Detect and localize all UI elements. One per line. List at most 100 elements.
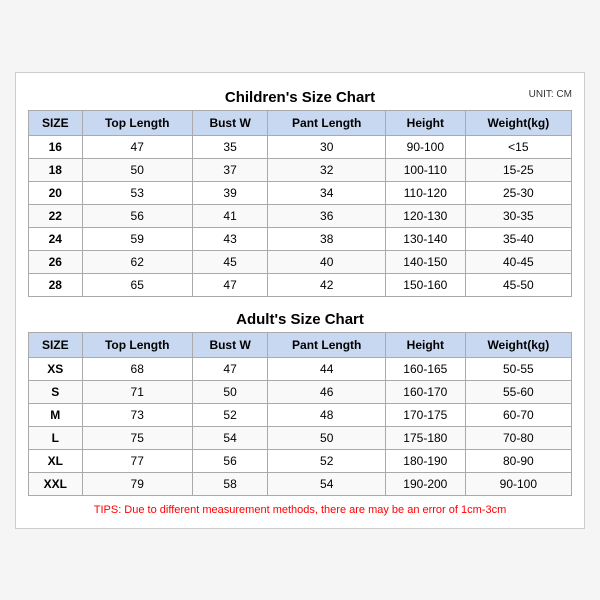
table-cell: 43: [192, 227, 268, 250]
table-cell: 59: [82, 227, 192, 250]
table-cell: 50: [268, 426, 386, 449]
table-row: XL775652180-19080-90: [29, 449, 572, 472]
table-cell: 28: [29, 273, 83, 296]
table-cell: 77: [82, 449, 192, 472]
table-cell: 56: [192, 449, 268, 472]
table-cell: 52: [192, 403, 268, 426]
table-cell: 100-110: [386, 158, 466, 181]
adult-size-table: SIZE Top Length Bust W Pant Length Heigh…: [28, 332, 572, 496]
table-cell: 15-25: [465, 158, 571, 181]
children-size-table: SIZE Top Length Bust W Pant Length Heigh…: [28, 110, 572, 297]
table-cell: 48: [268, 403, 386, 426]
table-cell: 38: [268, 227, 386, 250]
table-cell: 175-180: [386, 426, 466, 449]
table-cell: 47: [82, 135, 192, 158]
table-row: XXL795854190-20090-100: [29, 472, 572, 495]
table-cell: 53: [82, 181, 192, 204]
col-bust-w: Bust W: [192, 110, 268, 135]
col-size: SIZE: [29, 110, 83, 135]
table-cell: 26: [29, 250, 83, 273]
col-height: Height: [386, 110, 466, 135]
table-cell: 140-150: [386, 250, 466, 273]
table-cell: 65: [82, 273, 192, 296]
table-cell: 50: [82, 158, 192, 181]
table-cell: 150-160: [386, 273, 466, 296]
table-cell: 79: [82, 472, 192, 495]
table-cell: 45-50: [465, 273, 571, 296]
table-cell: 160-170: [386, 380, 466, 403]
table-cell: 44: [268, 357, 386, 380]
table-cell: 30-35: [465, 204, 571, 227]
table-cell: 130-140: [386, 227, 466, 250]
table-cell: 30: [268, 135, 386, 158]
adult-col-height: Height: [386, 332, 466, 357]
table-cell: 90-100: [465, 472, 571, 495]
table-cell: 32: [268, 158, 386, 181]
table-cell: 54: [268, 472, 386, 495]
table-row: 22564136120-13030-35: [29, 204, 572, 227]
col-top-length: Top Length: [82, 110, 192, 135]
table-cell: 68: [82, 357, 192, 380]
table-cell: 39: [192, 181, 268, 204]
adult-col-weight: Weight(kg): [465, 332, 571, 357]
table-cell: 73: [82, 403, 192, 426]
table-cell: 160-165: [386, 357, 466, 380]
table-cell: 55-60: [465, 380, 571, 403]
table-cell: 46: [268, 380, 386, 403]
table-cell: 180-190: [386, 449, 466, 472]
table-cell: 75: [82, 426, 192, 449]
table-cell: XXL: [29, 472, 83, 495]
col-weight: Weight(kg): [465, 110, 571, 135]
tips-text: TIPS: Due to different measurement metho…: [28, 504, 572, 516]
table-cell: 40-45: [465, 250, 571, 273]
table-cell: 22: [29, 204, 83, 227]
table-cell: 47: [192, 273, 268, 296]
table-cell: 37: [192, 158, 268, 181]
table-cell: 190-200: [386, 472, 466, 495]
table-row: 28654742150-16045-50: [29, 273, 572, 296]
table-row: M735248170-17560-70: [29, 403, 572, 426]
table-cell: 50: [192, 380, 268, 403]
table-cell: 62: [82, 250, 192, 273]
table-cell: 41: [192, 204, 268, 227]
table-cell: <15: [465, 135, 571, 158]
table-cell: 54: [192, 426, 268, 449]
table-cell: 24: [29, 227, 83, 250]
table-row: 26624540140-15040-45: [29, 250, 572, 273]
table-cell: L: [29, 426, 83, 449]
table-cell: S: [29, 380, 83, 403]
chart-container: Children's Size Chart UNIT: CM SIZE Top …: [15, 72, 585, 529]
table-cell: 42: [268, 273, 386, 296]
children-header-row: SIZE Top Length Bust W Pant Length Heigh…: [29, 110, 572, 135]
table-row: L755450175-18070-80: [29, 426, 572, 449]
table-cell: 25-30: [465, 181, 571, 204]
table-cell: 47: [192, 357, 268, 380]
adult-title-text: Adult's Size Chart: [236, 311, 364, 328]
table-cell: M: [29, 403, 83, 426]
table-cell: 58: [192, 472, 268, 495]
adult-col-top-length: Top Length: [82, 332, 192, 357]
table-cell: 52: [268, 449, 386, 472]
table-cell: 16: [29, 135, 83, 158]
table-cell: 71: [82, 380, 192, 403]
table-cell: 18: [29, 158, 83, 181]
table-row: 20533934110-12025-30: [29, 181, 572, 204]
table-row: S715046160-17055-60: [29, 380, 572, 403]
table-cell: XS: [29, 357, 83, 380]
table-cell: 70-80: [465, 426, 571, 449]
table-cell: 40: [268, 250, 386, 273]
table-cell: 20: [29, 181, 83, 204]
table-row: 1647353090-100<15: [29, 135, 572, 158]
unit-label: UNIT: CM: [529, 89, 572, 100]
table-cell: 36: [268, 204, 386, 227]
table-cell: 110-120: [386, 181, 466, 204]
table-cell: 170-175: [386, 403, 466, 426]
table-cell: XL: [29, 449, 83, 472]
col-pant-length: Pant Length: [268, 110, 386, 135]
table-row: 18503732100-11015-25: [29, 158, 572, 181]
table-row: 24594338130-14035-40: [29, 227, 572, 250]
adult-col-pant-length: Pant Length: [268, 332, 386, 357]
adult-section-title: Adult's Size Chart: [28, 305, 572, 332]
table-cell: 35: [192, 135, 268, 158]
adult-col-size: SIZE: [29, 332, 83, 357]
